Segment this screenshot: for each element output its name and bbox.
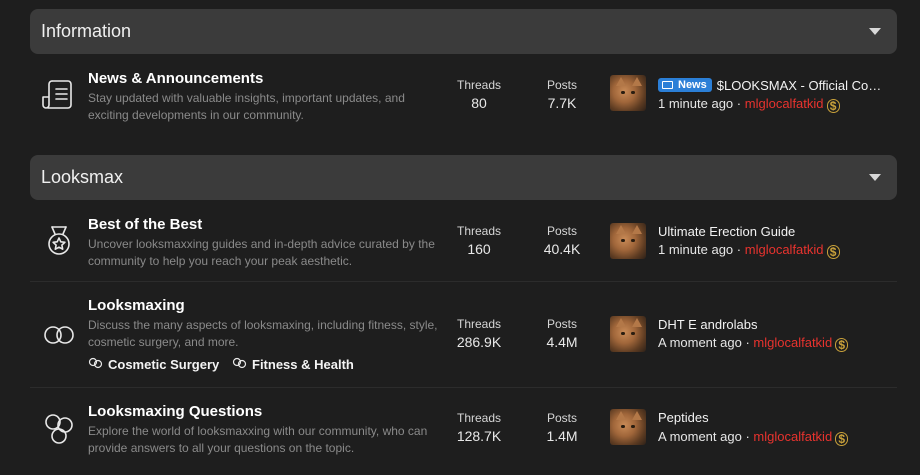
posts-stat: Posts 4.4M <box>527 317 597 350</box>
node-description: Discuss the many aspects of looksmaxing,… <box>88 318 438 349</box>
latest-post-time[interactable]: A moment ago <box>658 335 742 350</box>
currency-badge-icon: $ <box>826 99 840 113</box>
avatar[interactable] <box>610 223 646 259</box>
threads-count: 160 <box>467 241 491 257</box>
avatar[interactable] <box>610 316 646 352</box>
threads-count: 128.7K <box>456 428 502 444</box>
threads-label: Threads <box>456 78 502 92</box>
threads-label: Threads <box>456 317 502 331</box>
subforum-label: Cosmetic Surgery <box>108 357 220 372</box>
posts-count: 1.4M <box>546 428 578 444</box>
latest-thread-title: $LOOKSMAX - Official Com… <box>716 78 890 93</box>
posts-label: Posts <box>546 317 577 331</box>
posts-label: Posts <box>546 224 577 238</box>
latest-thread-title[interactable]: Ultimate Erection Guide <box>658 224 795 239</box>
currency-badge-icon: $ <box>835 432 849 446</box>
linked-circles-icon <box>42 318 76 352</box>
latest-thread-link[interactable]: News $LOOKSMAX - Official Com… <box>658 78 890 93</box>
latest-post-meta: 1 minute ago · mlglocalfatkid $ <box>658 242 840 259</box>
news-icon <box>662 81 673 89</box>
subforum-label: Fitness & Health <box>252 357 354 372</box>
node-title-looksmaxing-questions[interactable]: Looksmaxing Questions <box>88 403 262 420</box>
posts-stat: Posts 40.4K <box>527 224 597 257</box>
subforum-link-cosmetic-surgery[interactable]: Cosmetic Surgery <box>88 357 219 372</box>
subforum-link-fitness-health[interactable]: Fitness & Health <box>232 357 354 372</box>
latest-thread-title[interactable]: DHT E androlabs <box>658 317 757 332</box>
latest-post-username[interactable]: mlglocalfatkid <box>753 335 832 350</box>
meta-separator: · <box>736 96 742 111</box>
avatar[interactable] <box>610 75 646 111</box>
latest-post-time[interactable]: A moment ago <box>658 429 742 444</box>
currency-badge-icon: $ <box>835 338 849 352</box>
posts-label: Posts <box>546 78 577 92</box>
category-title: Information <box>41 21 132 41</box>
threads-stat: Threads 286.9K <box>444 317 514 350</box>
threads-stat: Threads 160 <box>444 224 514 257</box>
latest-post-username[interactable]: mlglocalfatkid <box>753 429 832 444</box>
latest-post-meta: A moment ago · mlglocalfatkid $ <box>658 429 849 446</box>
node-title-looksmaxing[interactable]: Looksmaxing <box>88 297 185 314</box>
latest-post-meta: A moment ago · mlglocalfatkid $ <box>658 335 849 352</box>
subforum-icon <box>88 357 104 369</box>
three-circles-icon <box>42 411 76 445</box>
node-description: Explore the world of looksmaxxing with o… <box>88 424 428 455</box>
chevron-down-icon[interactable] <box>869 28 881 35</box>
posts-stat: Posts 7.7K <box>527 78 597 111</box>
posts-label: Posts <box>546 411 577 425</box>
news-prefix-badge: News <box>658 78 712 92</box>
chevron-down-icon[interactable] <box>869 174 881 181</box>
category-header-information[interactable]: Information <box>30 9 897 54</box>
currency-badge-icon: $ <box>826 245 840 259</box>
meta-separator: · <box>745 335 750 350</box>
node-title-best-of-the-best[interactable]: Best of the Best <box>88 216 202 233</box>
meta-separator: · <box>745 429 750 444</box>
node-description: Stay updated with valuable insights, imp… <box>88 91 405 122</box>
threads-stat: Threads 80 <box>444 78 514 111</box>
category-title: Looksmax <box>41 167 124 187</box>
posts-count: 40.4K <box>543 241 581 257</box>
threads-count: 80 <box>471 95 487 111</box>
document-icon <box>42 77 76 111</box>
latest-post-username[interactable]: mlglocalfatkid <box>745 96 824 111</box>
latest-post-time[interactable]: 1 minute ago <box>658 96 733 111</box>
posts-count: 7.7K <box>547 95 577 111</box>
category-header-looksmax[interactable]: Looksmax <box>30 155 897 200</box>
threads-count: 286.9K <box>456 334 502 350</box>
row-divider <box>30 387 897 388</box>
posts-count: 4.4M <box>546 334 578 350</box>
latest-post-meta: 1 minute ago · mlglocalfatkid $ <box>658 96 840 113</box>
subforum-icon <box>232 357 248 369</box>
threads-stat: Threads 128.7K <box>444 411 514 444</box>
threads-label: Threads <box>456 411 502 425</box>
meta-separator: · <box>736 242 742 257</box>
row-divider <box>30 281 897 282</box>
medal-icon <box>42 224 76 258</box>
node-description: Uncover looksmaxxing guides and in-depth… <box>88 237 435 268</box>
posts-stat: Posts 1.4M <box>527 411 597 444</box>
latest-post-time[interactable]: 1 minute ago <box>658 242 733 257</box>
latest-thread-title[interactable]: Peptides <box>658 410 709 425</box>
node-title-news-announcements[interactable]: News & Announcements <box>88 70 263 87</box>
avatar[interactable] <box>610 409 646 445</box>
latest-post-username[interactable]: mlglocalfatkid <box>745 242 824 257</box>
threads-label: Threads <box>456 224 502 238</box>
